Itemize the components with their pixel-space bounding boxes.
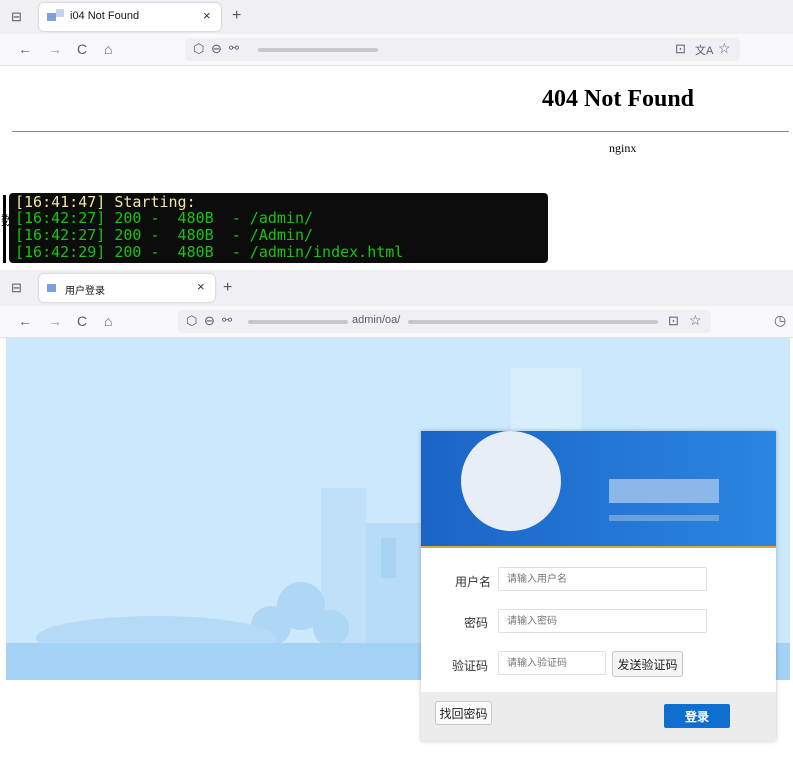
- terminal-output: [16:41:47] Starting: [16:42:27] 200 - 48…: [9, 193, 548, 263]
- nav-bar: ← → C ⌂ ⬡ ⊖ ⚯ admin/oa/ ⊡ ☆ ◷: [0, 306, 793, 338]
- building-shape: [381, 538, 396, 578]
- captcha-label: 验证码: [451, 659, 488, 673]
- favicon-icon: [47, 13, 56, 21]
- banner-stripe: [421, 546, 776, 548]
- url-bar[interactable]: ⬡ ⊖ ⚯ admin/oa/ ⊡ ☆: [178, 310, 711, 333]
- back-icon[interactable]: ←: [18, 313, 32, 329]
- terminal-line: [16:41:47] Starting:: [15, 193, 196, 211]
- terminal-line: [16:42:27] 200 - 480B - /admin/: [15, 209, 314, 227]
- username-label: 用户名: [454, 575, 491, 589]
- url-bar[interactable]: ⬡ ⊖ ⚯ ⊡ 文A ☆: [185, 38, 740, 61]
- login-button[interactable]: 登录: [664, 704, 730, 728]
- permissions-icon[interactable]: ⚯: [229, 41, 239, 55]
- url-text: admin/oa/: [352, 314, 401, 326]
- save-page-icon[interactable]: ⊡: [675, 41, 686, 57]
- close-tab-icon[interactable]: ×: [203, 8, 211, 23]
- reload-icon[interactable]: C: [77, 313, 87, 329]
- forward-icon[interactable]: →: [48, 41, 62, 57]
- tab-title: i04 Not Found: [70, 10, 140, 22]
- home-icon[interactable]: ⌂: [104, 313, 112, 329]
- tab-bar: ⊟ i04 Not Found × +: [0, 0, 793, 34]
- star-icon[interactable]: ☆: [689, 312, 702, 329]
- url-text-blurred: [248, 320, 348, 324]
- system-name-blurred: [609, 479, 719, 503]
- cloud-shape: [313, 610, 349, 646]
- login-card: 用户名 密码 验证码 发送验证码 找回密码 登录: [421, 431, 776, 741]
- forgot-password-button[interactable]: 找回密码: [435, 701, 492, 725]
- password-input[interactable]: [498, 609, 707, 633]
- new-tab-button[interactable]: +: [232, 7, 241, 25]
- cursor-bar: [3, 195, 6, 263]
- favicon-icon: [56, 9, 64, 17]
- tab-404[interactable]: i04 Not Found ×: [39, 3, 221, 31]
- close-tab-icon[interactable]: ×: [197, 279, 205, 294]
- tab-list-icon[interactable]: ⊟: [11, 9, 22, 25]
- tab-login[interactable]: 用户登录 ×: [39, 274, 215, 302]
- back-icon[interactable]: ←: [18, 41, 32, 57]
- page-title: 404 Not Found: [542, 86, 695, 112]
- shield-icon[interactable]: ⬡: [186, 313, 197, 329]
- url-text-blurred: [408, 320, 658, 324]
- lock-icon[interactable]: ⊖: [204, 313, 215, 329]
- system-subtitle-blurred: [609, 515, 719, 521]
- permissions-icon[interactable]: ⚯: [222, 313, 232, 327]
- tab-list-icon[interactable]: ⊟: [11, 280, 22, 296]
- favicon-icon: [47, 284, 56, 292]
- terminal-line: [16:42:29] 200 - 480B - /admin/index.htm…: [15, 243, 404, 261]
- captcha-input[interactable]: [498, 651, 606, 675]
- history-icon[interactable]: ◷: [774, 312, 786, 329]
- terminal-line: [16:42:27] 200 - 480B - /Admin/: [15, 226, 314, 244]
- home-icon[interactable]: ⌂: [104, 41, 112, 57]
- send-code-button[interactable]: 发送验证码: [612, 651, 683, 677]
- new-tab-button[interactable]: +: [223, 279, 232, 297]
- logo-emblem: [461, 431, 561, 531]
- star-icon[interactable]: ☆: [718, 40, 731, 57]
- login-footer: 找回密码 登录: [421, 692, 776, 741]
- save-page-icon[interactable]: ⊡: [668, 313, 679, 329]
- server-signature: nginx: [609, 141, 637, 155]
- tab-title: 用户登录: [65, 286, 105, 297]
- shield-icon[interactable]: ⬡: [193, 41, 204, 57]
- password-label: 密码: [463, 616, 488, 630]
- tab-bar: ⊟ 用户登录 × +: [0, 270, 793, 306]
- reload-icon[interactable]: C: [77, 41, 87, 57]
- url-text-blurred: [258, 48, 378, 52]
- forward-icon[interactable]: →: [48, 313, 62, 329]
- divider: [12, 131, 789, 132]
- translate-icon[interactable]: 文A: [695, 42, 713, 58]
- username-input[interactable]: [498, 567, 707, 591]
- nav-bar: ← → C ⌂ ⬡ ⊖ ⚯ ⊡ 文A ☆: [0, 34, 793, 66]
- login-banner: [421, 431, 776, 548]
- lock-icon[interactable]: ⊖: [211, 41, 222, 57]
